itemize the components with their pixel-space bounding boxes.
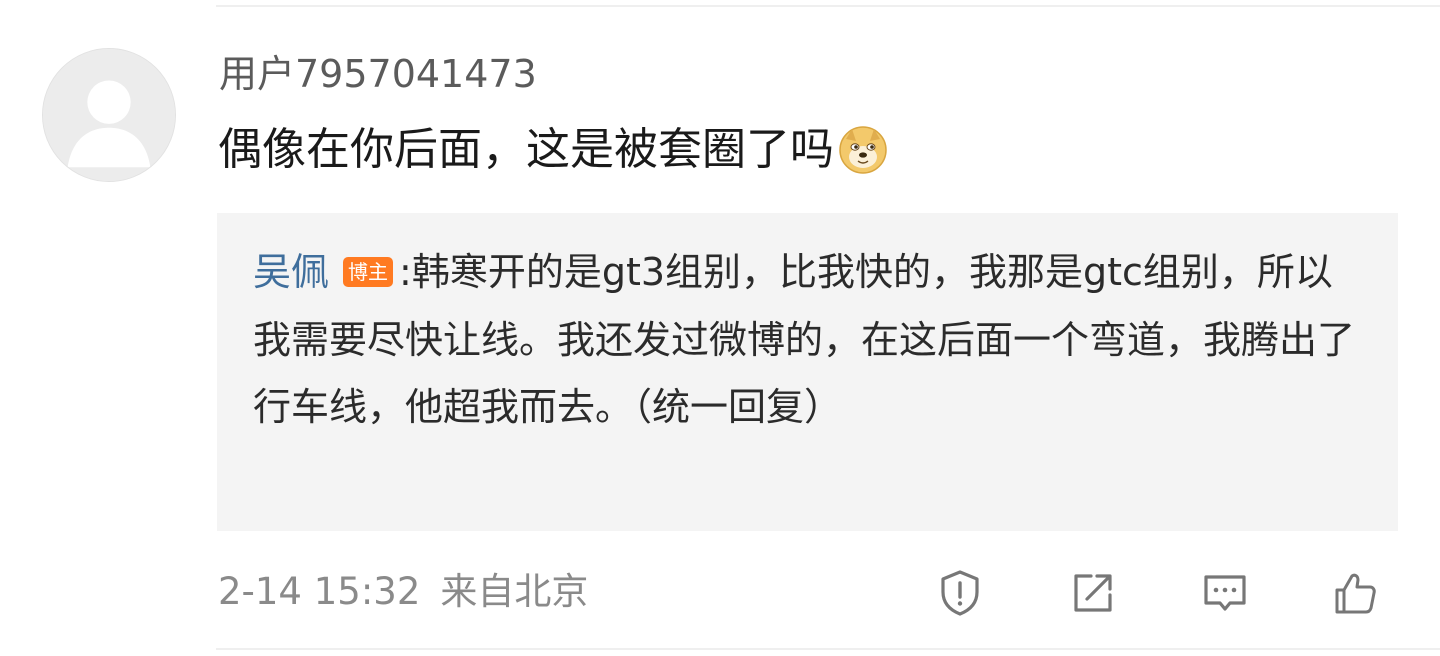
comment-body: 偶像在你后面，这是被套圈了吗	[218, 120, 888, 180]
doge-icon	[838, 125, 888, 175]
avatar[interactable]	[42, 48, 176, 182]
default-avatar-icon	[43, 49, 175, 181]
share-button[interactable]	[1066, 566, 1120, 620]
reply-text: :韩寒开的是gt3组别，比我快的，我那是gtc组别，所以我需要尽快让线。我还发过…	[253, 250, 1356, 429]
reply-quote[interactable]: 吴佩 博主:韩寒开的是gt3组别，比我快的，我那是gtc组别，所以我需要尽快让线。…	[217, 213, 1398, 531]
comment-card: 用户7957041473 偶像在你后面，这是被套圈了吗 吴佩 博主:韩寒开的是gt…	[0, 0, 1440, 656]
comment-icon	[1204, 575, 1246, 611]
thumbs-up-icon	[1335, 573, 1376, 614]
exclamation-shield-icon	[941, 570, 979, 616]
comment-text: 偶像在你后面，这是被套圈了吗	[218, 124, 834, 175]
bottom-divider	[216, 648, 1440, 650]
report-button[interactable]	[933, 566, 987, 620]
reply-author[interactable]: 吴佩	[253, 250, 329, 294]
username[interactable]: 用户7957041473	[219, 50, 537, 98]
reply-content: 吴佩 博主:韩寒开的是gt3组别，比我快的，我那是gtc组别，所以我需要尽快让线。…	[253, 239, 1363, 442]
top-divider	[216, 5, 1440, 7]
timestamp: 2-14 15:32	[218, 570, 421, 613]
comment-button[interactable]	[1198, 566, 1252, 620]
blogger-badge: 博主	[343, 257, 394, 287]
like-button[interactable]	[1329, 566, 1383, 620]
share-icon	[1074, 574, 1112, 612]
comment-meta: 2-14 15:32 来自北京	[218, 568, 588, 616]
location: 来自北京	[440, 570, 589, 613]
